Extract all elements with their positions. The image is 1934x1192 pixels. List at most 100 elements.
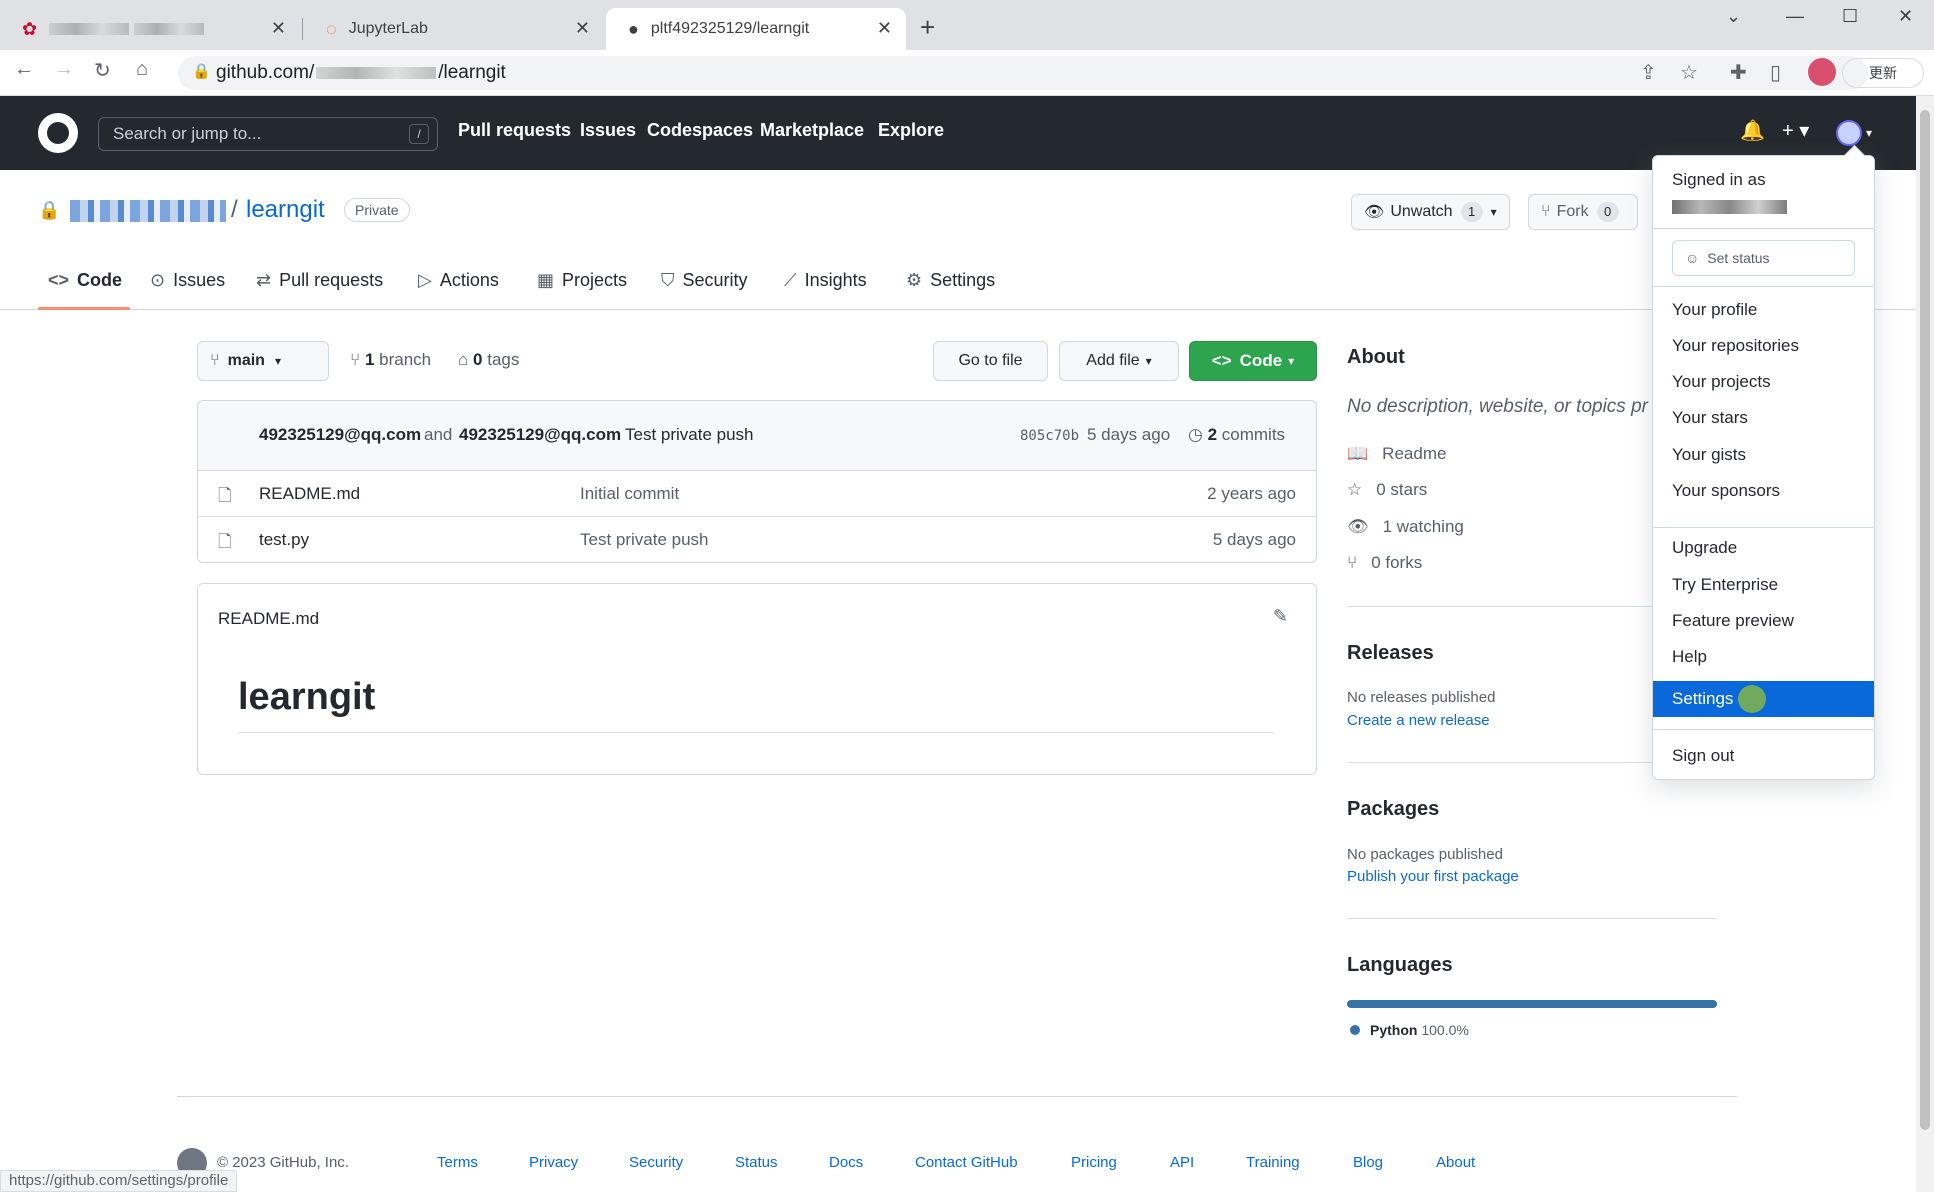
repo-owner-link[interactable] [70, 200, 226, 222]
user-avatar[interactable] [1836, 120, 1862, 146]
lock-icon: 🔒 [192, 63, 211, 80]
readme-link[interactable]: 📖 Readme [1347, 444, 1446, 464]
footer-link-api[interactable]: API [1170, 1154, 1194, 1171]
reload-icon[interactable]: ↻ [94, 58, 111, 83]
branch-select-button[interactable]: ⑂ main ▾ [197, 341, 329, 381]
go-to-file-button[interactable]: Go to file [933, 341, 1048, 381]
new-tab-icon[interactable]: + [920, 12, 935, 43]
menu-your-projects[interactable]: Your projects [1653, 364, 1874, 400]
url-field[interactable]: 🔒 github.com//learngit [178, 56, 1868, 90]
menu-your-stars[interactable]: Your stars [1653, 400, 1874, 436]
github-logo-icon[interactable] [38, 113, 78, 153]
create-release-link[interactable]: Create a new release [1347, 712, 1490, 729]
menu-your-gists[interactable]: Your gists [1653, 437, 1874, 473]
browser-tab-github[interactable]: ● pltf492325129/learngit ✕ [606, 8, 906, 50]
footer-link-docs[interactable]: Docs [829, 1154, 863, 1171]
file-name-link[interactable]: test.py [259, 530, 309, 550]
footer-link-pricing[interactable]: Pricing [1071, 1154, 1117, 1171]
menu-feature-preview[interactable]: Feature preview [1653, 603, 1874, 639]
footer-copyright: © 2023 GitHub, Inc. [217, 1154, 349, 1171]
menu-try-enterprise[interactable]: Try Enterprise [1653, 567, 1874, 603]
close-tab-icon[interactable]: ✕ [575, 18, 590, 39]
tab-code[interactable]: <> Code [48, 270, 122, 291]
tab-insights[interactable]: ⟋ Insights [784, 270, 867, 291]
forks-link[interactable]: ⑂ 0 forks [1347, 553, 1422, 573]
nav-issues[interactable]: Issues [580, 120, 636, 141]
share-icon[interactable]: ⇪ [1640, 60, 1657, 85]
commit-author-link[interactable]: 492325129@qq.com [259, 425, 421, 445]
commit-sha-link[interactable]: 805c70b [1020, 428, 1079, 444]
close-tab-icon[interactable]: ✕ [271, 18, 286, 39]
tab-settings[interactable]: ⚙ Settings [906, 270, 995, 291]
set-status-button[interactable]: ☺ Set status [1672, 240, 1855, 276]
tab-projects[interactable]: ▦ Projects [537, 270, 627, 291]
stars-link[interactable]: ☆ 0 stars [1347, 480, 1427, 500]
language-python-link[interactable]: Python 100.0% [1350, 1022, 1469, 1038]
update-button[interactable]: 更新 [1842, 58, 1924, 88]
footer-link-training[interactable]: Training [1246, 1154, 1300, 1171]
footer-link-privacy[interactable]: Privacy [529, 1154, 578, 1171]
footer-link-contact[interactable]: Contact GitHub [915, 1154, 1018, 1171]
close-tab-icon[interactable]: ✕ [877, 18, 892, 39]
close-window-icon[interactable]: ✕ [1898, 6, 1913, 27]
page-scrollbar-thumb[interactable] [1920, 110, 1930, 1130]
home-icon[interactable]: ⌂ [136, 58, 148, 81]
forward-icon[interactable]: → [54, 58, 74, 81]
menu-your-profile[interactable]: Your profile [1653, 292, 1874, 328]
commit-coauthor-link[interactable]: 492325129@qq.com [459, 425, 621, 445]
add-file-button[interactable]: Add file ▾ [1059, 341, 1179, 381]
menu-your-sponsors[interactable]: Your sponsors [1653, 473, 1874, 509]
nav-codespaces[interactable]: Codespaces [647, 120, 753, 141]
browser-tab-huawei[interactable]: ✿ ✕ [0, 8, 300, 50]
extensions-icon[interactable]: ✚ [1730, 60, 1747, 85]
file-name-link[interactable]: README.md [259, 484, 360, 504]
minimize-icon[interactable]: — [1786, 6, 1804, 27]
menu-sign-out[interactable]: Sign out [1653, 738, 1874, 774]
tags-link[interactable]: ⌂ 0 tags [458, 350, 519, 370]
latest-commit-row: 492325129@qq.com and 492325129@qq.com Te… [198, 401, 1316, 471]
commits-history-link[interactable]: ◷ 2 commits [1188, 425, 1285, 445]
publish-package-link[interactable]: Publish your first package [1347, 868, 1519, 885]
tab-actions[interactable]: ▷ Actions [418, 270, 499, 291]
tab-search-icon[interactable]: ⌄ [1726, 6, 1741, 27]
profile-avatar-icon[interactable] [1808, 58, 1836, 86]
search-input[interactable]: Search or jump to... / [98, 117, 438, 151]
footer-link-security[interactable]: Security [629, 1154, 683, 1171]
notifications-bell-icon[interactable]: 🔔 [1740, 118, 1765, 143]
releases-heading[interactable]: Releases [1347, 642, 1434, 665]
menu-help[interactable]: Help [1653, 639, 1874, 675]
menu-upgrade[interactable]: Upgrade [1653, 530, 1874, 566]
file-commit-message-link[interactable]: Initial commit [580, 484, 679, 504]
nav-explore[interactable]: Explore [878, 120, 944, 141]
code-icon: <> [48, 270, 70, 290]
code-dropdown-button[interactable]: <> Code ▾ [1189, 341, 1317, 381]
watching-link[interactable]: 👁 1 watching [1347, 517, 1464, 537]
create-new-plus-icon[interactable]: + ▾ [1782, 118, 1809, 143]
back-icon[interactable]: ← [14, 58, 34, 81]
nav-marketplace[interactable]: Marketplace [760, 120, 864, 141]
tab-security[interactable]: ⛉ Security [661, 270, 748, 291]
fork-button[interactable]: ⑂ Fork 0 [1528, 194, 1638, 230]
avatar-caret-icon[interactable]: ▾ [1866, 126, 1872, 140]
code-icon: <> [1211, 351, 1232, 370]
footer-link-status[interactable]: Status [735, 1154, 778, 1171]
footer-link-blog[interactable]: Blog [1353, 1154, 1383, 1171]
browser-tab-jupyterlab[interactable]: ◌ JupyterLab ✕ [304, 8, 604, 50]
bookmark-star-icon[interactable]: ☆ [1680, 60, 1698, 85]
signed-in-label: Signed in as [1672, 170, 1766, 189]
side-panel-icon[interactable]: ▯ [1770, 60, 1781, 85]
edit-pencil-icon[interactable]: ✎ [1273, 606, 1288, 627]
tab-pull-requests[interactable]: ⇄ Pull requests [256, 270, 383, 291]
file-commit-message-link[interactable]: Test private push [580, 530, 709, 550]
branches-link[interactable]: ⑂ 1 branch [350, 350, 431, 370]
tab-issues[interactable]: ⊙ Issues [150, 270, 225, 291]
packages-heading[interactable]: Packages [1347, 798, 1439, 821]
maximize-icon[interactable]: ☐ [1842, 6, 1858, 27]
menu-your-repositories[interactable]: Your repositories [1653, 328, 1874, 364]
nav-pull-requests[interactable]: Pull requests [458, 120, 571, 141]
commit-message-link[interactable]: Test private push [625, 425, 754, 445]
footer-link-terms[interactable]: Terms [437, 1154, 478, 1171]
footer-link-about[interactable]: About [1436, 1154, 1475, 1171]
repo-name-link[interactable]: learngit [246, 196, 325, 224]
unwatch-button[interactable]: 👁 Unwatch 1 ▾ [1351, 194, 1510, 230]
